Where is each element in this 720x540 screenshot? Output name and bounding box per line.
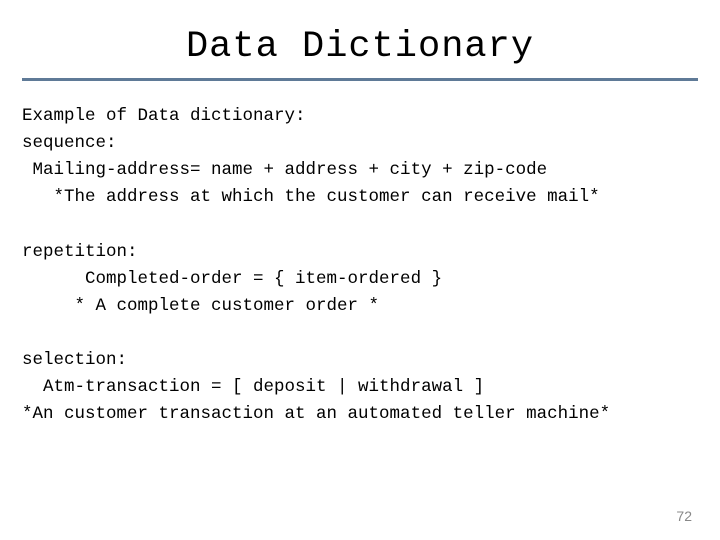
line-repetition-label: repetition: bbox=[22, 242, 138, 262]
line-atm-transaction-def: Atm-transaction = [ deposit | withdrawal… bbox=[22, 377, 484, 397]
slide-body: Example of Data dictionary: sequence: Ma… bbox=[22, 103, 698, 429]
line-sequence-label: sequence: bbox=[22, 133, 117, 153]
line-mailing-address-def: Mailing-address= name + address + city +… bbox=[22, 160, 547, 180]
line-mailing-address-comment: *The address at which the customer can r… bbox=[22, 187, 600, 207]
line-example: Example of Data dictionary: bbox=[22, 106, 306, 126]
line-completed-order-comment: * A complete customer order * bbox=[22, 296, 379, 316]
page-number: 72 bbox=[676, 508, 692, 524]
slide-title: Data Dictionary bbox=[22, 26, 698, 68]
line-atm-transaction-comment: *An customer transaction at an automated… bbox=[22, 404, 610, 424]
title-rule bbox=[22, 78, 698, 81]
line-selection-label: selection: bbox=[22, 350, 127, 370]
line-completed-order-def: Completed-order = { item-ordered } bbox=[22, 269, 442, 289]
